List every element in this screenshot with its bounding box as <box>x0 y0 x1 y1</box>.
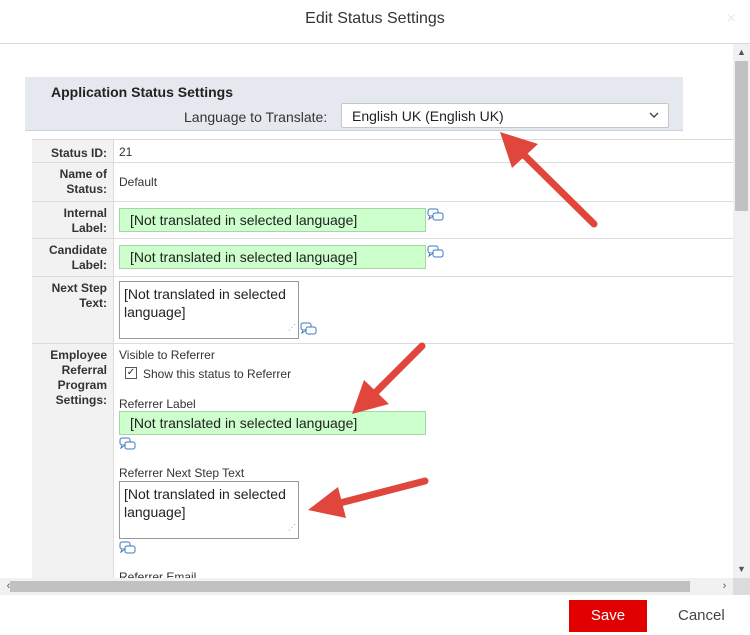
name-label-line1: Name of <box>59 167 107 181</box>
horizontal-scroll-thumb[interactable] <box>10 581 690 592</box>
translate-bubble-icon[interactable] <box>119 541 137 555</box>
next-step-row: Next Step Text: [Not translated in selec… <box>32 276 733 343</box>
referrer-next-step-line2: language] <box>124 504 186 520</box>
resize-grip-icon[interactable]: ⋰ <box>288 319 296 337</box>
translate-bubble-icon[interactable] <box>427 245 445 259</box>
next-step-label: Next Step Text: <box>32 277 114 343</box>
vertical-scroll-thumb[interactable] <box>735 61 748 211</box>
referral-settings-row: Employee Referral Program Settings: Visi… <box>32 343 733 578</box>
status-id-row: Status ID: 21 <box>32 139 733 162</box>
name-value: Default <box>119 175 158 189</box>
referral-label-line1: Employee <box>50 348 107 362</box>
candidate-label-line2: Label: <box>71 258 107 272</box>
visible-to-referrer-heading: Visible to Referrer <box>119 348 215 362</box>
next-step-text-line2: language] <box>124 304 186 320</box>
application-status-settings-header: Application Status Settings Language to … <box>25 77 683 131</box>
name-row: Name of Status: Default <box>32 162 733 201</box>
internal-label-line2: Label: <box>71 221 107 235</box>
referral-label-line4: Settings: <box>55 393 107 407</box>
referrer-next-step-heading: Referrer Next Step Text <box>119 466 245 480</box>
candidate-label-line1: Candidate <box>48 243 107 257</box>
translate-bubble-icon[interactable] <box>427 208 445 222</box>
internal-label-label: Internal Label: <box>32 202 114 238</box>
scroll-down-icon[interactable]: ▼ <box>733 561 750 578</box>
referrer-label-heading: Referrer Label <box>119 397 196 411</box>
candidate-label-input[interactable]: [Not translated in selected language] <box>119 245 426 269</box>
referrer-email-heading: Referrer Email <box>119 570 197 578</box>
dialog-body[interactable]: Application Status Settings Language to … <box>0 44 733 578</box>
section-title: Application Status Settings <box>51 84 234 100</box>
cancel-button[interactable]: Cancel <box>678 600 725 632</box>
horizontal-scrollbar[interactable]: ‹ › <box>0 578 733 595</box>
close-icon[interactable]: × <box>727 10 736 28</box>
referral-settings-label: Employee Referral Program Settings: <box>32 344 114 578</box>
translate-bubble-icon[interactable] <box>119 437 137 451</box>
language-label: Language to Translate: <box>184 109 328 125</box>
referrer-next-step-line1: [Not translated in selected <box>124 486 286 502</box>
chevron-down-icon <box>648 107 660 126</box>
internal-label-line1: Internal <box>63 206 107 220</box>
referrer-next-step-textarea[interactable]: [Not translated in selected language] ⋰ <box>119 481 299 539</box>
translate-bubble-icon[interactable] <box>300 322 318 336</box>
internal-label-row: Internal Label: [Not translated in selec… <box>32 201 733 238</box>
scrollbar-corner <box>733 578 750 595</box>
dialog-header: Edit Status Settings × <box>0 0 750 44</box>
language-select-value: English UK (English UK) <box>352 108 504 124</box>
internal-label-input[interactable]: [Not translated in selected language] <box>119 208 426 232</box>
dialog-footer: Save Cancel <box>0 595 750 635</box>
show-status-checkbox[interactable]: ✓ <box>125 367 137 379</box>
next-step-textarea[interactable]: [Not translated in selected language] ⋰ <box>119 281 299 339</box>
scroll-up-icon[interactable]: ▲ <box>733 44 750 61</box>
save-button[interactable]: Save <box>569 600 647 632</box>
language-select[interactable]: English UK (English UK) <box>341 103 669 128</box>
name-label: Name of Status: <box>32 163 114 201</box>
next-step-text-line1: [Not translated in selected <box>124 286 286 302</box>
dialog-title: Edit Status Settings <box>305 10 445 27</box>
name-label-line2: Status: <box>66 182 107 196</box>
status-id-value: 21 <box>119 145 133 159</box>
show-status-checkbox-label[interactable]: Show this status to Referrer <box>143 367 291 381</box>
candidate-label-label: Candidate Label: <box>32 239 114 276</box>
scroll-right-icon[interactable]: › <box>716 578 733 595</box>
next-step-label-line2: Text: <box>79 296 107 310</box>
status-id-label: Status ID: <box>32 140 114 162</box>
status-form: Status ID: 21 Name of Status: Default In… <box>32 139 733 578</box>
next-step-label-line1: Next Step <box>51 281 107 295</box>
referrer-label-input[interactable]: [Not translated in selected language] <box>119 411 426 435</box>
resize-grip-icon[interactable]: ⋰ <box>288 519 296 537</box>
vertical-scrollbar[interactable]: ▲ ▼ <box>733 44 750 578</box>
referral-label-line3: Program <box>57 378 107 392</box>
candidate-label-row: Candidate Label: [Not translated in sele… <box>32 238 733 276</box>
referral-label-line2: Referral <box>61 363 107 377</box>
